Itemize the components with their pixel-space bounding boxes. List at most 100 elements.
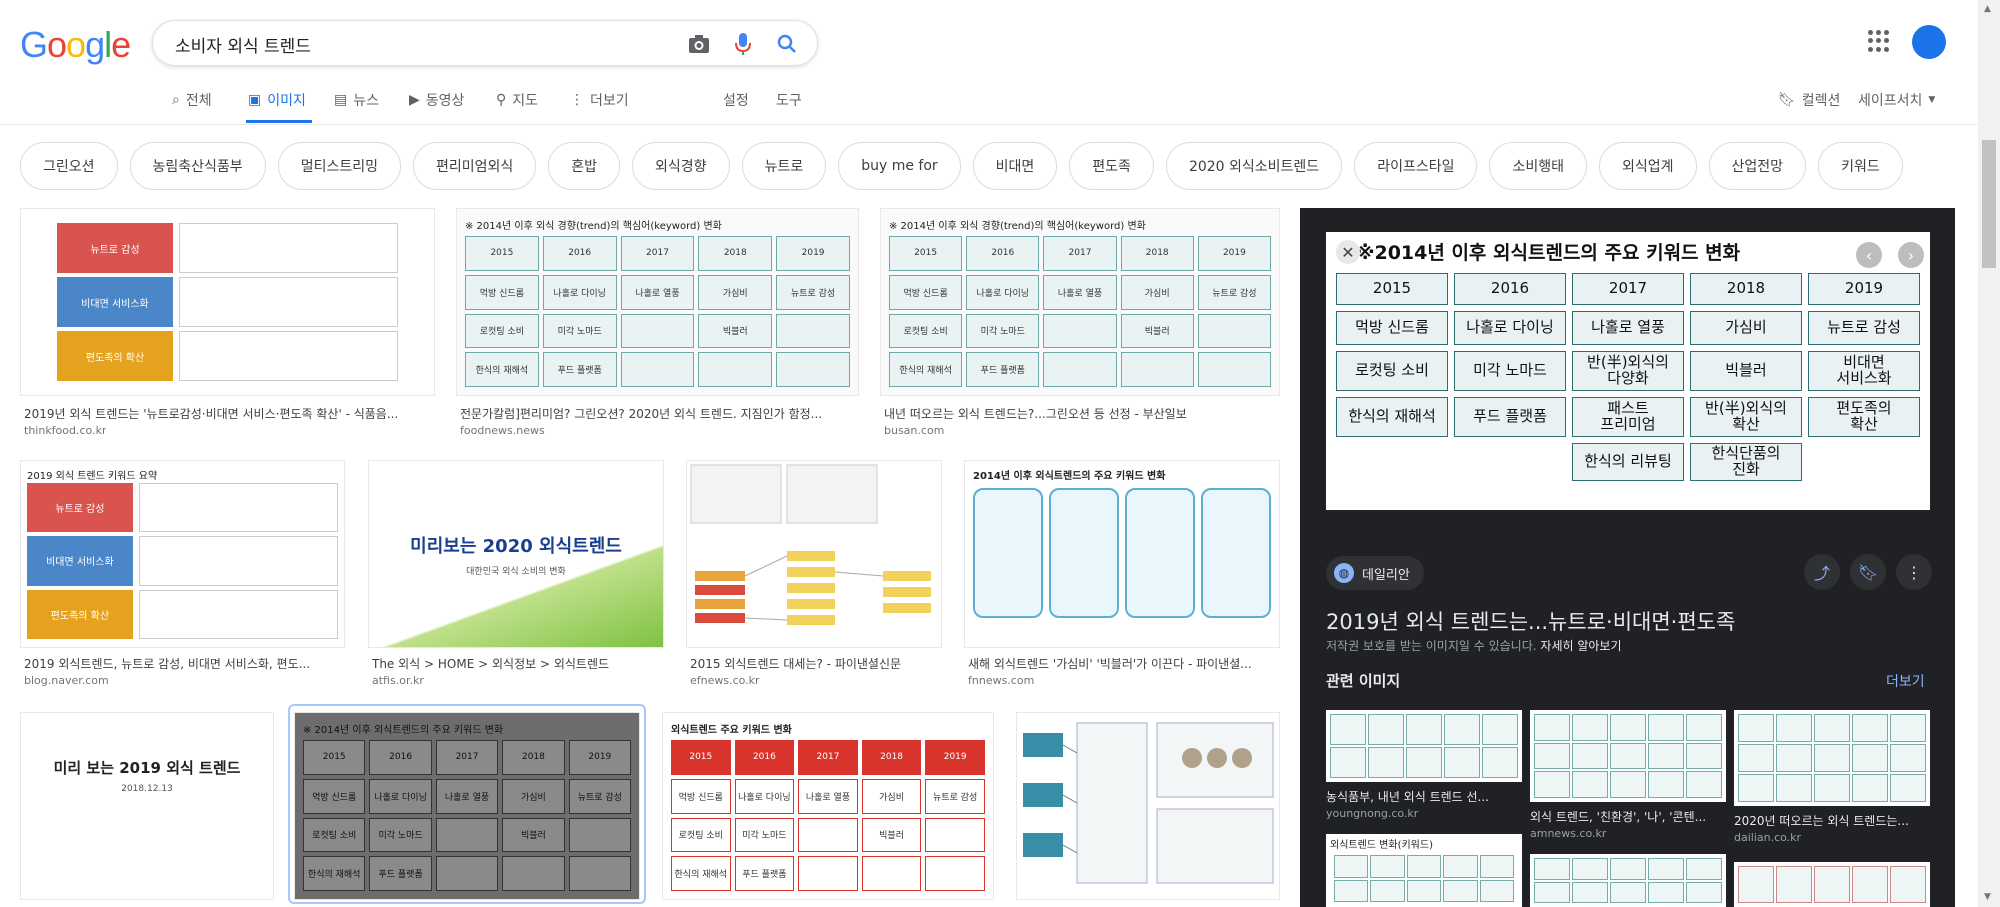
settings-link[interactable]: 설정 xyxy=(723,90,749,110)
result-caption[interactable]: 내년 떠오르는 외식 트렌드는?...그린오션 등 선정 - 부산일보 xyxy=(884,405,1280,422)
search-input[interactable]: 소비자 외식 트렌드 xyxy=(175,32,311,57)
related-thumbnail[interactable] xyxy=(1326,710,1522,782)
related-image[interactable]: 2020년 떠오르는 외식 트렌드는... dailian.co.kr xyxy=(1734,710,1930,844)
result-thumbnail[interactable]: ※ 2014년 이후 외식 경향(trend)의 핵심어(keyword) 변화… xyxy=(880,208,1280,396)
result-source: blog.naver.com xyxy=(24,674,109,687)
collections-link[interactable]: 🔖︎ 컬렉션 xyxy=(1778,90,1840,110)
result-caption[interactable]: 2019년 외식 트렌드는 '뉴트로감성·비대면 서비스·편도족 확산' - 식… xyxy=(24,405,434,422)
scrollbar-thumb[interactable] xyxy=(1982,140,1996,268)
related-source: dailian.co.kr xyxy=(1734,831,1802,844)
result-caption[interactable]: 2019 외식트렌드, 뉴트로 감성, 비대면 서비스화, 편도... xyxy=(24,655,344,672)
chip[interactable]: 농림축산식품부 xyxy=(129,142,266,190)
chip[interactable]: 비대면 xyxy=(972,142,1058,190)
preview-title-link[interactable]: 2019년 외식 트렌드는...뉴트로·비대면·편도족 xyxy=(1326,606,1735,636)
keyword-cell: 나홀로 열풍 xyxy=(435,778,499,814)
related-thumbnail[interactable] xyxy=(1734,710,1930,806)
chip[interactable]: 뉴트로 xyxy=(741,142,827,190)
result-thumbnail[interactable] xyxy=(686,460,942,648)
chip[interactable]: 2020 외식소비트렌드 xyxy=(1165,142,1343,190)
search-icon[interactable] xyxy=(775,32,799,56)
learn-more-link[interactable]: 자세히 알아보기 xyxy=(1540,639,1621,653)
result-thumbnail[interactable] xyxy=(1016,712,1280,900)
chip[interactable]: 편도족 xyxy=(1069,142,1154,190)
camera-icon[interactable] xyxy=(687,32,711,56)
close-icon[interactable]: ✕ xyxy=(1336,240,1360,264)
source-site-link[interactable]: ◍ 데일리안 xyxy=(1326,556,1424,590)
preview-image[interactable]: ※2014년 이후 외식트렌드의 주요 키워드 변화 2015 2016 201… xyxy=(1326,232,1930,510)
chip[interactable]: 라이프스타일 xyxy=(1354,142,1478,190)
search-box[interactable]: 소비자 외식 트렌드 xyxy=(152,20,818,66)
tab-news[interactable]: ▤ 뉴스 xyxy=(334,90,379,110)
scrollbar-track[interactable] xyxy=(1978,0,2000,907)
keyword-cell: 빅블러 xyxy=(502,817,565,853)
safesearch-label: 세이프서치 xyxy=(1858,93,1923,109)
keyword-cell: 푸드 플랫폼 xyxy=(369,856,432,891)
keyword-cell: 로컷팅 소비 xyxy=(465,313,539,349)
related-image[interactable] xyxy=(1530,854,1726,907)
tab-images[interactable]: ▣ 이미지 xyxy=(248,90,306,110)
result-caption[interactable]: 새해 외식트렌드 '가심비' '빅블러'가 이끈다 - 파이낸셜... xyxy=(968,655,1280,672)
result-thumbnail[interactable]: 미리보는 2020 외식트렌드 대한민국 외식 소비의 변화 xyxy=(368,460,664,648)
safesearch-dropdown[interactable]: 세이프서치 ▼ xyxy=(1858,90,1935,110)
avatar[interactable] xyxy=(1912,25,1946,59)
result-caption[interactable]: 2015 외식트렌드 대세는? - 파이낸셜신문 xyxy=(690,655,942,672)
scroll-down-arrow-icon[interactable]: ▼ xyxy=(1984,892,1991,902)
thumb-label: 비대면 서비스화 xyxy=(57,277,173,327)
chip[interactable]: 멀티스트리밍 xyxy=(277,142,401,190)
chip[interactable]: 산업전망 xyxy=(1708,142,1807,190)
chip[interactable]: 소비행태 xyxy=(1489,142,1587,190)
result-thumbnail[interactable]: 미리 보는 2019 외식 트렌드 2018.12.13 xyxy=(20,712,274,900)
chip[interactable]: 편리미엄외식 xyxy=(412,142,537,190)
keyword-cell: 반(半)외식의 다양화 xyxy=(1572,351,1684,391)
result-thumbnail[interactable]: 외식트렌드 주요 키워드 변화 2015 2016 2017 2018 2019 먹방 … xyxy=(662,712,994,900)
tab-maps[interactable]: ⚲ 지도 xyxy=(496,90,538,110)
share-button[interactable]: ⤴ xyxy=(1804,554,1840,590)
next-image-button[interactable]: › xyxy=(1898,242,1924,268)
result-thumbnail[interactable]: ※ 2014년 이후 외식 경향(trend)의 핵심어(keyword) 변화… xyxy=(456,208,859,396)
image-preview-panel: ※2014년 이후 외식트렌드의 주요 키워드 변화 2015 2016 201… xyxy=(1300,208,1955,907)
scroll-up-arrow-icon[interactable]: ▲ xyxy=(1984,4,1991,14)
keyword-cell: 먹방 신드롬 xyxy=(889,274,963,310)
tab-videos[interactable]: ▶ 동영상 xyxy=(409,90,464,110)
related-thumbnail[interactable] xyxy=(1734,862,1930,907)
result-thumbnail-selected[interactable]: ※ 2014년 이후 외식트렌드의 주요 키워드 변화 2015 2016 2017… xyxy=(294,712,640,900)
chip[interactable]: 혼밥 xyxy=(548,142,621,190)
google-logo[interactable]: Google xyxy=(20,24,131,66)
chevron-right-icon: › xyxy=(1907,245,1915,265)
apps-grid-icon[interactable] xyxy=(1868,30,1890,52)
related-image[interactable]: 외식트렌드 변화(키워드) xyxy=(1326,834,1522,907)
related-image[interactable]: 외식 트렌드, '친환경', '나', '콘텐... amnews.co.kr xyxy=(1530,710,1726,840)
microphone-icon[interactable] xyxy=(731,32,755,56)
result-thumbnail[interactable]: 2014년 이후 외식트렌드의 주요 키워드 변화 xyxy=(964,460,1280,648)
tab-more[interactable]: ⋮ 더보기 xyxy=(570,90,629,110)
year-cell: 2016 xyxy=(734,740,795,775)
result-caption[interactable]: 전문가칼럼]편리미엄? 그린오션? 2020년 외식 트렌드. 지짐인가 함정.… xyxy=(460,405,858,422)
related-thumbnail[interactable]: 외식트렌드 변화(키워드) xyxy=(1326,834,1522,907)
chip[interactable]: 외식경향 xyxy=(632,142,730,190)
map-pin-icon: ⚲ xyxy=(496,92,507,108)
related-caption[interactable]: 2020년 떠오르는 외식 트렌드는... xyxy=(1734,812,1930,829)
keyword-cell: 나홀로 다이닝 xyxy=(966,274,1040,310)
chip[interactable]: 그린오션 xyxy=(20,142,118,190)
related-more-link[interactable]: 더보기 xyxy=(1886,671,1925,691)
related-thumbnail[interactable] xyxy=(1530,854,1726,907)
save-button[interactable]: 🔖︎ xyxy=(1850,554,1886,590)
chip[interactable]: 외식업계 xyxy=(1599,142,1697,190)
tools-link[interactable]: 도구 xyxy=(776,90,802,110)
related-caption[interactable]: 농식품부, 내년 외식 트렌드 선... xyxy=(1326,788,1522,805)
logo-letter: g xyxy=(85,24,105,65)
chip[interactable]: 키워드 xyxy=(1818,142,1903,190)
search-icon: ⌕ xyxy=(172,92,180,108)
result-thumbnail[interactable]: 뉴트로 감성 비대면 서비스화 편도족의 확산 xyxy=(20,208,435,396)
more-options-button[interactable]: ⋮ xyxy=(1896,554,1932,590)
result-thumbnail[interactable]: 2019 외식 트렌드 키워드 요약 뉴트로 감성 비대면 서비스화 편도족의 … xyxy=(20,460,345,648)
result-caption[interactable]: The 외식 > HOME > 외식정보 > 외식트렌드 xyxy=(372,655,662,672)
related-image[interactable] xyxy=(1734,862,1930,907)
previous-image-button[interactable]: ‹ xyxy=(1856,242,1882,268)
related-thumbnail[interactable] xyxy=(1530,710,1726,802)
source-site-name: 데일리안 xyxy=(1362,567,1410,583)
related-caption[interactable]: 외식 트렌드, '친환경', '나', '콘텐... xyxy=(1530,808,1726,825)
related-image[interactable]: 농식품부, 내년 외식 트렌드 선... youngnong.co.kr xyxy=(1326,710,1522,820)
chip[interactable]: buy me for xyxy=(838,142,961,190)
tab-all[interactable]: ⌕ 전체 xyxy=(172,90,212,110)
